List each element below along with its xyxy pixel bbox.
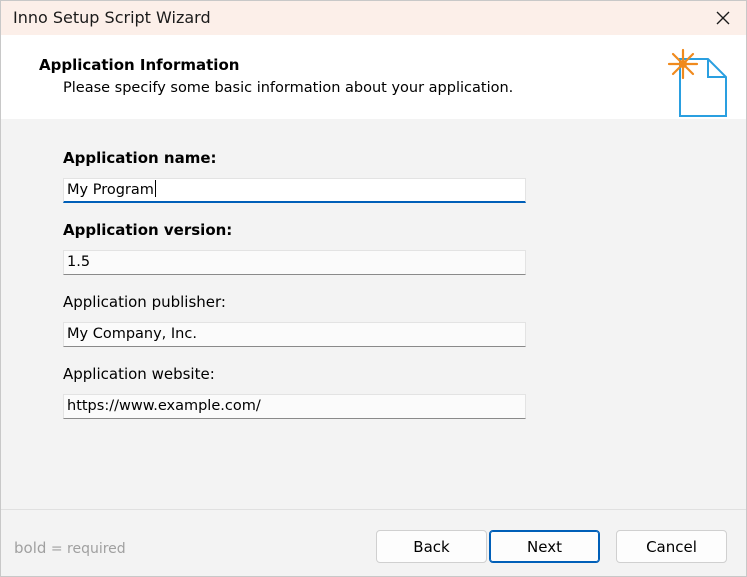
wizard-document-icon: [667, 48, 727, 117]
app-name-input[interactable]: My Program: [63, 178, 526, 203]
close-button[interactable]: [700, 1, 746, 35]
form-content: Application name: My Program Application…: [1, 119, 746, 509]
app-website-input[interactable]: https://www.example.com/: [63, 394, 526, 419]
next-button[interactable]: Next: [489, 530, 600, 563]
wizard-window: Inno Setup Script Wizard Application Inf…: [0, 0, 747, 577]
back-button[interactable]: Back: [376, 530, 487, 563]
header-pane: Application Information Please specify s…: [1, 35, 746, 119]
app-name-value: My Program: [67, 182, 154, 198]
title-bar: Inno Setup Script Wizard: [1, 1, 746, 35]
cancel-button[interactable]: Cancel: [616, 530, 727, 563]
text-caret: [154, 180, 156, 197]
app-website-label: Application website:: [63, 365, 215, 383]
section-description: Please specify some basic information ab…: [63, 80, 514, 96]
app-version-input[interactable]: 1.5: [63, 250, 526, 275]
footer-bar: bold = required Back Next Cancel: [1, 510, 746, 576]
app-version-value: 1.5: [67, 254, 91, 270]
app-name-label: Application name:: [63, 149, 217, 167]
section-title: Application Information: [39, 56, 240, 74]
app-publisher-label: Application publisher:: [63, 293, 226, 311]
window-title: Inno Setup Script Wizard: [13, 8, 211, 27]
close-icon: [716, 11, 730, 25]
app-publisher-value: My Company, Inc.: [67, 326, 197, 342]
app-website-value: https://www.example.com/: [67, 398, 261, 414]
app-version-label: Application version:: [63, 221, 233, 239]
legend-rest: = required: [46, 541, 126, 557]
legend-bold-word: bold: [14, 539, 47, 557]
app-publisher-input[interactable]: My Company, Inc.: [63, 322, 526, 347]
required-legend: bold = required: [14, 539, 126, 557]
